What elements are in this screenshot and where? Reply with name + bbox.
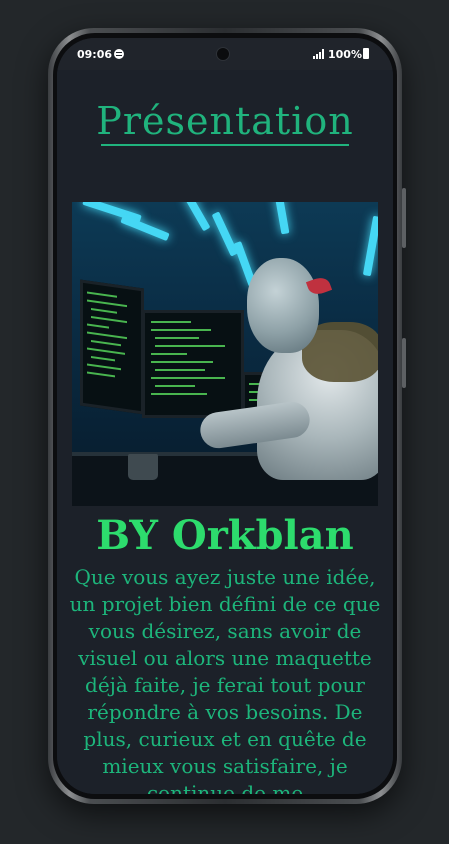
byline: BY Orkblan (96, 512, 354, 559)
phone-screen: 09:06 100% Présentation BY Orkblan Que v… (57, 38, 393, 794)
page-content[interactable]: Présentation BY Orkblan Que vous ayez ju… (57, 70, 393, 794)
mug (128, 454, 158, 480)
phone-frame: 09:06 100% Présentation BY Orkblan Que v… (48, 28, 406, 804)
ceiling-light (362, 215, 378, 277)
power-button (402, 338, 406, 388)
signal-icon (313, 49, 325, 59)
spotify-icon (114, 49, 124, 59)
camera-cutout (216, 47, 230, 61)
hero-image (72, 202, 378, 506)
status-bar: 09:06 100% (57, 38, 393, 70)
battery-percent: 100% (328, 48, 362, 61)
description-text: Que vous ayez juste une idée, un projet … (69, 565, 381, 794)
ceiling-light (211, 211, 239, 257)
orc-head (247, 258, 319, 353)
title-underline (101, 144, 349, 146)
ceiling-light (120, 214, 170, 242)
monitor (80, 279, 144, 415)
volume-button (402, 188, 406, 248)
ceiling-light (183, 202, 211, 232)
battery-icon (363, 48, 369, 59)
page-title: Présentation (96, 99, 354, 143)
status-time: 09:06 (77, 48, 113, 61)
ceiling-light (274, 202, 290, 235)
monitor (142, 310, 244, 418)
